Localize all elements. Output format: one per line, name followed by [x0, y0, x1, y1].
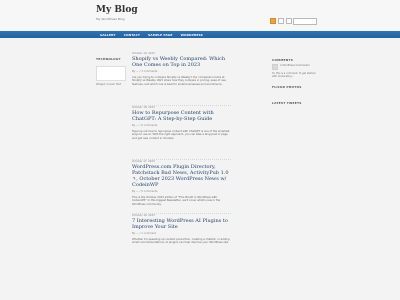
- comments-heading: COMMENTS: [272, 58, 294, 62]
- facebook-icon[interactable]: [286, 18, 292, 24]
- post-excerpt: Figuring out how to repurpose content wi…: [132, 130, 230, 140]
- nav-item-wordpress[interactable]: WORDPRESS: [177, 31, 207, 39]
- sidebar-heading: TECHNOLOGY: [96, 57, 121, 61]
- posts-list: October 19, 2023 Shopify vs Weebly Compa…: [132, 52, 231, 294]
- tweets-widget: [272, 107, 320, 115]
- post-title[interactable]: WordPress.com Plugin Directory, Patchsta…: [132, 164, 231, 188]
- post-meta: By — / 0 comments: [132, 190, 158, 193]
- post-date: October 19, 2023: [132, 52, 155, 55]
- twitter-icon[interactable]: [278, 18, 284, 24]
- search-input[interactable]: [293, 18, 317, 25]
- left-sidebar: TECHNOLOGY Widget / Lorem Text: [96, 57, 128, 86]
- flickr-widget: [272, 91, 320, 99]
- sidebar-widget-text: Widget / Lorem Text: [96, 83, 121, 86]
- post-excerpt: Whether it's speeding up content product…: [132, 238, 230, 245]
- post-meta: By — / 3 comments: [132, 70, 158, 73]
- nav-item-sample-page[interactable]: SAMPLE PAGE: [144, 31, 177, 39]
- post-title[interactable]: How to Repurpose Content with ChatGPT: A…: [132, 110, 231, 122]
- post-meta: By — / 1 comment: [132, 232, 157, 235]
- post-excerpt: This is the October 2023 edition of "Thi…: [132, 196, 221, 206]
- site-header: My Blog My WordPress Blog: [0, 0, 400, 30]
- post-item: October 16, 2023 7 Interesting WordPress…: [132, 214, 231, 294]
- tweets-heading: LATEST TWEETS: [272, 101, 302, 105]
- site-title[interactable]: My Blog: [96, 5, 138, 15]
- flickr-heading: FLICKR PHOTOS: [272, 85, 302, 89]
- social-links: [270, 18, 292, 24]
- main-navigation: GALLERY CONTACT SAMPLE PAGE WORDPRESS: [0, 31, 400, 38]
- recent-comment: A WordPress Commenter: [272, 64, 320, 70]
- content-area: TECHNOLOGY Widget / Lorem Text October 1…: [96, 42, 315, 300]
- post-item: October 19, 2023 Shopify vs Weebly Compa…: [132, 52, 231, 106]
- post-item: October 17, 2023 WordPress.com Plugin Di…: [132, 160, 231, 214]
- comment-text: Hi, this is a comment. To get started wi…: [272, 72, 316, 78]
- avatar: [272, 64, 278, 70]
- post-excerpt: Are you trying to compare Shopify vs Wee…: [132, 76, 227, 86]
- nav-item-gallery[interactable]: GALLERY: [96, 31, 120, 39]
- sidebar-widget: [96, 66, 126, 81]
- post-date: October 17, 2023: [132, 160, 155, 163]
- site-tagline: My WordPress Blog: [96, 17, 125, 21]
- post-date: October 18, 2023: [132, 106, 155, 109]
- post-date: October 16, 2023: [132, 214, 155, 217]
- comment-author[interactable]: A WordPress Commenter: [280, 64, 310, 70]
- post-meta: By — / 0 comments: [132, 124, 158, 127]
- nav-item-contact[interactable]: CONTACT: [120, 31, 144, 39]
- rss-icon[interactable]: [270, 18, 276, 24]
- post-title[interactable]: Shopify vs Weebly Compared: Which One Co…: [132, 56, 231, 68]
- post-title[interactable]: 7 Interesting WordPress AI Plugins to Im…: [132, 218, 231, 230]
- right-sidebar: COMMENTS A WordPress Commenter Hi, this …: [272, 58, 320, 115]
- post-item: October 18, 2023 How to Repurpose Conten…: [132, 106, 231, 160]
